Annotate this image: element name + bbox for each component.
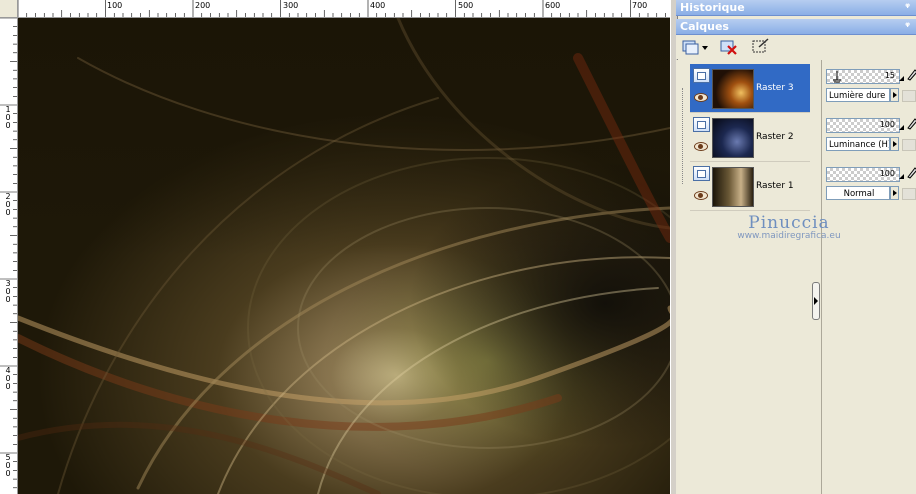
- layer-thumbnail: [712, 167, 754, 207]
- vertical-ruler: 1 0 0 2 0 0 3 0 0 4 0 0 5 0 0: [0, 17, 18, 494]
- layer-thumbnail: [712, 69, 754, 109]
- lock-icon[interactable]: [902, 90, 916, 102]
- ruler-label: 2 0 0: [5, 192, 11, 217]
- horizontal-ruler: 100 200 300 400 500 600 700: [0, 0, 676, 18]
- layer-type-icon[interactable]: [693, 117, 710, 132]
- layer-type-icon[interactable]: [693, 166, 710, 181]
- visibility-eye-icon[interactable]: [694, 142, 708, 151]
- opacity-slider[interactable]: 100: [826, 118, 900, 133]
- delete-layer-icon: [720, 40, 737, 55]
- pin-icon[interactable]: ᵠ: [905, 0, 910, 16]
- ruler-label: 3 0 0: [5, 279, 11, 304]
- watermark-name: Pinuccia: [748, 213, 830, 233]
- opacity-spin[interactable]: [899, 118, 905, 131]
- new-layer-button[interactable]: [680, 37, 710, 57]
- layer-properties: 15 Lumière dure 100 Luminance (H) 100 No…: [821, 60, 916, 494]
- layers-title-text: Calques: [680, 20, 729, 33]
- ruler-corner: [0, 0, 18, 18]
- blend-mode-arrow[interactable]: [890, 137, 899, 151]
- layers-splitter[interactable]: [810, 60, 821, 494]
- tree-line: [682, 88, 684, 184]
- layers-list: Raster 3 Raster 2 Raster 1: [676, 60, 811, 494]
- delete-layer-button[interactable]: [718, 37, 740, 57]
- fractal-image: [18, 18, 670, 494]
- layer-type-icon[interactable]: [693, 68, 710, 83]
- layer-props-raster-3: 15 Lumière dure: [824, 66, 916, 106]
- brush-icon[interactable]: [906, 165, 916, 179]
- ruler-label: 200: [195, 1, 211, 10]
- layer-props-raster-2: 100 Luminance (H): [824, 115, 916, 155]
- ruler-label: 700: [632, 1, 648, 10]
- layer-properties-button[interactable]: [750, 37, 772, 57]
- watermark-url: www.maidiregrafica.eu: [737, 231, 841, 241]
- ruler-label: 100: [107, 1, 123, 10]
- selection-edit-icon: [752, 38, 769, 53]
- visibility-eye-icon[interactable]: [694, 191, 708, 200]
- history-title-text: Historique: [680, 1, 745, 14]
- ruler-label: 400: [370, 1, 386, 10]
- lock-icon[interactable]: [902, 139, 916, 151]
- visibility-eye-icon[interactable]: [694, 93, 708, 102]
- lock-icon[interactable]: [902, 188, 916, 200]
- opacity-slider[interactable]: 100: [826, 167, 900, 182]
- ruler-label: 4 0 0: [5, 366, 11, 391]
- ruler-label: 600: [545, 1, 561, 10]
- ruler-label: 5 0 0: [5, 453, 11, 478]
- brush-icon[interactable]: [906, 67, 916, 81]
- blend-mode-arrow[interactable]: [890, 186, 899, 200]
- layer-name[interactable]: Raster 1: [756, 181, 794, 191]
- ruler-label: 1 0 0: [5, 105, 11, 130]
- history-panel-title[interactable]: Historique ᵠ: [676, 0, 916, 16]
- new-layer-icon: [682, 40, 708, 55]
- brush-icon[interactable]: [906, 116, 916, 130]
- opacity-value: 15: [884, 71, 895, 80]
- watermark: Pinuccia www.maidiregrafica.eu: [724, 213, 854, 241]
- blend-mode-select[interactable]: Normal: [826, 186, 890, 200]
- layer-props-raster-1: 100 Normal: [824, 164, 916, 204]
- opacity-value: 100: [879, 120, 895, 129]
- opacity-spin[interactable]: [899, 69, 905, 82]
- blend-mode-select[interactable]: Lumière dure: [826, 88, 890, 102]
- image-canvas[interactable]: [18, 18, 670, 494]
- layer-row-raster-3[interactable]: Raster 3: [690, 64, 810, 113]
- blend-mode-arrow[interactable]: [890, 88, 899, 102]
- ruler-label: 300: [283, 1, 299, 10]
- opacity-value: 100: [879, 169, 895, 178]
- ruler-label: 500: [458, 1, 474, 10]
- layers-panel-title[interactable]: Calques ᵠ: [676, 19, 916, 35]
- opacity-marker-icon: [833, 71, 841, 83]
- layer-row-raster-2[interactable]: Raster 2: [690, 113, 810, 162]
- pin-icon[interactable]: ᵠ: [905, 19, 910, 35]
- layers-toolbar: [676, 35, 916, 59]
- layer-thumbnail: [712, 118, 754, 158]
- layer-name[interactable]: Raster 2: [756, 132, 794, 142]
- layer-row-raster-1[interactable]: Raster 1: [690, 162, 810, 211]
- opacity-slider[interactable]: 15: [826, 69, 900, 84]
- opacity-spin[interactable]: [899, 167, 905, 180]
- splitter-grip[interactable]: [812, 282, 820, 320]
- blend-mode-select[interactable]: Luminance (H): [826, 137, 890, 151]
- layer-name[interactable]: Raster 3: [756, 83, 794, 93]
